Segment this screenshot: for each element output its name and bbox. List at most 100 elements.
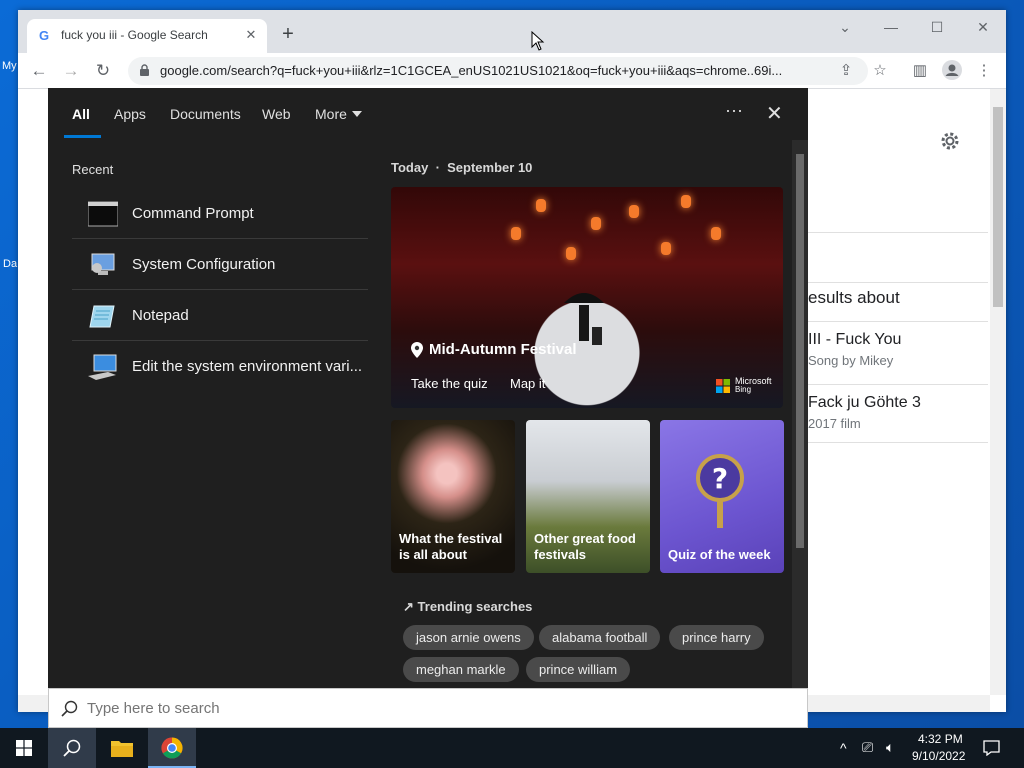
hero-card[interactable]: Mid-Autumn Festival Take the quiz Map it… [391, 187, 783, 408]
result-subtitle: 2017 film [808, 416, 861, 431]
desktop-icon-label[interactable]: My [2, 60, 17, 72]
hero-title[interactable]: Mid-Autumn Festival [429, 341, 577, 358]
tile-quiz-of-week[interactable]: ? Quiz of the week [660, 420, 784, 573]
divider [808, 442, 988, 443]
more-options-icon[interactable]: ··· [725, 100, 743, 121]
trending-chip[interactable]: alabama football [539, 625, 661, 650]
search-scope-tabs: All Apps Documents Web More ··· ✕ [48, 88, 808, 140]
maximize-button[interactable]: ☐ [922, 16, 952, 38]
page-scrollbar-vertical[interactable] [990, 89, 1006, 695]
menu-kebab-icon[interactable]: ⋮ [972, 59, 996, 83]
system-configuration-icon [91, 253, 115, 275]
recent-item-label: Command Prompt [132, 205, 254, 222]
microsoft-logo-icon [716, 379, 730, 393]
desktop-icon-label[interactable]: Da [3, 258, 17, 270]
today-heading: Today · September 10 [391, 160, 532, 175]
divider [808, 282, 988, 283]
scrollbar-thumb[interactable] [993, 107, 1003, 307]
divider [808, 321, 988, 322]
scrollbar-thumb[interactable] [796, 154, 804, 548]
tab-title: fuck you iii - Google Search [61, 28, 208, 42]
svg-text:?: ? [712, 462, 728, 495]
search-input[interactable] [87, 700, 787, 717]
magnifier-question-icon: ? [696, 454, 744, 528]
close-window-button[interactable]: ✕ [968, 16, 998, 38]
system-properties-icon [88, 354, 117, 380]
result-subtitle: Song by Mikey [808, 353, 894, 368]
back-button[interactable]: ← [27, 59, 51, 83]
chrome-taskbar-button[interactable] [148, 728, 196, 768]
taskbar-search-button[interactable] [48, 728, 96, 768]
start-button[interactable] [0, 728, 48, 768]
trending-chip[interactable]: prince harry [669, 625, 764, 650]
tile-label: Quiz of the week [668, 547, 771, 562]
tab-strip: G fuck you iii - Google Search ✕ + ⌄ — ☐… [18, 10, 1006, 53]
lantern-decoration [511, 227, 521, 240]
clock-date[interactable]: 9/10/2022 [912, 749, 965, 763]
lantern-decoration [661, 242, 671, 255]
volume-icon[interactable]: 🔈︎ [886, 739, 894, 756]
today-date: September 10 [447, 160, 533, 175]
new-tab-button[interactable]: + [278, 24, 298, 44]
tab-documents[interactable]: Documents [170, 106, 241, 122]
recent-item-environment-variables[interactable]: Edit the system environment vari... [72, 342, 368, 392]
recent-item-notepad[interactable]: Notepad [72, 291, 368, 341]
lantern-decoration [629, 205, 639, 218]
separator-dot: · [431, 160, 444, 175]
reload-button[interactable]: ↻ [91, 59, 115, 83]
tray-overflow-chevron-icon[interactable]: ^ [840, 740, 847, 756]
tile-label: What the festival is all about [399, 531, 503, 562]
settings-gear-icon[interactable] [938, 129, 962, 158]
result-title: III - Fuck You [808, 331, 902, 348]
profile-avatar[interactable] [940, 59, 964, 83]
recent-item-command-prompt[interactable]: Command Prompt [72, 189, 368, 239]
tab-search-icon[interactable]: ⌄ [830, 16, 860, 38]
panel-scrollbar[interactable] [792, 140, 808, 688]
chrome-icon [161, 737, 183, 759]
result-title: Fack ju Göhte 3 [808, 394, 921, 411]
minimize-button[interactable]: — [876, 16, 906, 38]
recent-item-label: Edit the system environment vari... [132, 358, 363, 375]
trending-chip[interactable]: meghan markle [403, 657, 519, 682]
tab-all[interactable]: All [72, 106, 90, 122]
address-bar[interactable]: google.com/search?q=fuck+you+iii&rlz=1C1… [128, 57, 868, 85]
recent-item-label: System Configuration [132, 256, 276, 273]
close-icon[interactable]: ✕ [766, 101, 783, 126]
trending-chip[interactable]: prince william [526, 657, 631, 682]
chevron-down-icon[interactable] [352, 111, 362, 117]
side-panel-icon[interactable]: ▥ [908, 59, 932, 83]
trending-title: Trending searches [417, 599, 533, 614]
clock-time[interactable]: 4:32 PM [918, 732, 963, 746]
browser-toolbar: ← → ↻ google.com/search?q=fuck+you+iii&r… [18, 53, 1006, 89]
tile-food-festivals[interactable]: Other great food festivals [526, 420, 650, 573]
notifications-icon[interactable] [983, 740, 1000, 756]
result-item[interactable]: Fack ju Göhte 3 2017 film [808, 394, 988, 431]
google-favicon-icon: G [39, 28, 50, 43]
lantern-decoration [711, 227, 721, 240]
network-icon[interactable]: ⎚ [862, 739, 873, 756]
bookmark-star-icon[interactable]: ☆ [868, 59, 892, 83]
result-item[interactable]: III - Fuck You Song by Mikey [808, 331, 988, 368]
take-quiz-link[interactable]: Take the quiz [411, 376, 488, 391]
file-explorer-button[interactable] [98, 728, 146, 768]
taskbar-search-box[interactable] [48, 688, 808, 728]
share-icon[interactable]: ⇪ [834, 59, 858, 83]
divider [808, 232, 988, 233]
tile-festival-info[interactable]: What the festival is all about [391, 420, 515, 573]
browser-tab[interactable]: G fuck you iii - Google Search ✕ [27, 19, 267, 53]
recent-item-system-configuration[interactable]: System Configuration [72, 240, 368, 290]
map-it-link[interactable]: Map it [510, 376, 545, 391]
divider [808, 384, 988, 385]
tab-apps[interactable]: Apps [114, 106, 146, 122]
forward-button[interactable]: → [59, 59, 83, 83]
notepad-icon [89, 305, 115, 328]
tab-more[interactable]: More [315, 106, 347, 122]
trending-heading: ↗ Trending searches [403, 599, 532, 615]
results-heading: esults about [808, 288, 900, 307]
trending-chip[interactable]: jason arnie owens [403, 625, 534, 650]
location-pin-icon [411, 342, 423, 358]
tab-web[interactable]: Web [262, 106, 291, 122]
close-tab-icon[interactable]: ✕ [243, 27, 259, 43]
url-text[interactable]: google.com/search?q=fuck+you+iii&rlz=1C1… [160, 63, 830, 78]
windows-logo-icon [16, 740, 32, 756]
